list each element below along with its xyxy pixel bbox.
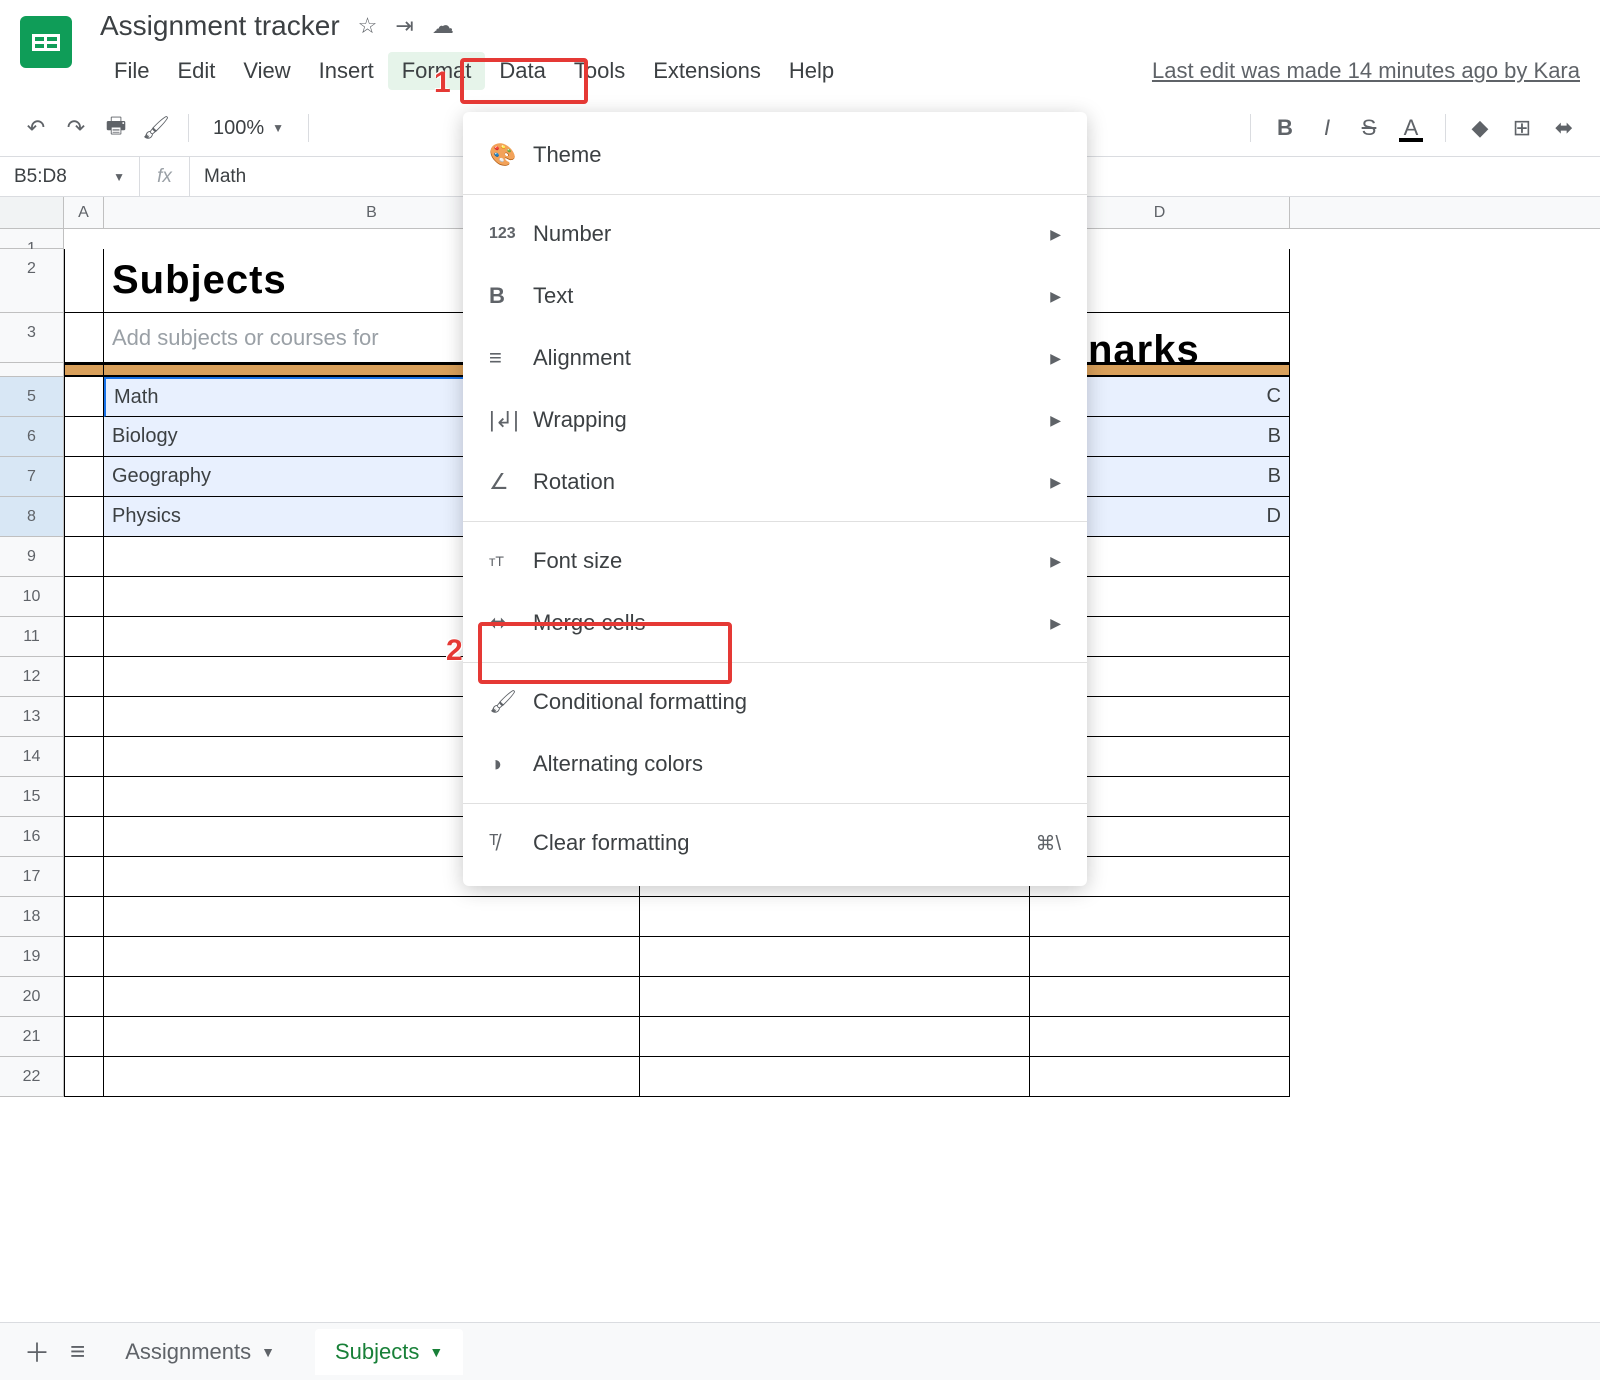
row-header[interactable]: 9 [0,537,64,577]
number-icon: 123 [489,225,533,243]
tab-subjects[interactable]: Subjects▼ [315,1329,463,1375]
last-edit-link[interactable]: Last edit was made 14 minutes ago by Kar… [1152,58,1580,84]
add-sheet-icon[interactable]: ＋ [24,1333,50,1370]
rotation-icon: ∠ [489,469,533,495]
font-size-icon: ᴛT [489,553,533,569]
row-header[interactable]: 15 [0,777,64,817]
marks-header-cell[interactable]: narks [1088,328,1200,373]
chevron-down-icon: ▼ [429,1344,443,1360]
row-header[interactable]: 12 [0,657,64,697]
chevron-right-icon: ▶ [1050,615,1061,632]
move-icon[interactable]: ⇥ [395,13,413,39]
undo-icon[interactable]: ↶ [20,112,52,144]
row-header[interactable]: 22 [0,1057,64,1097]
strike-icon[interactable]: S [1353,112,1385,144]
annotation-box-2 [478,622,732,684]
row-header[interactable] [0,363,64,377]
bold-icon: B [489,283,533,309]
row-header[interactable]: 6 [0,417,64,457]
menu-font-size[interactable]: ᴛTFont size▶ [463,530,1087,592]
chevron-right-icon: ▶ [1050,226,1061,243]
annotation-number-1: 1 [434,66,451,100]
all-sheets-icon[interactable]: ≡ [70,1336,85,1367]
chevron-right-icon: ▶ [1050,553,1061,570]
borders-icon[interactable]: ⊞ [1506,112,1538,144]
menu-extensions[interactable]: Extensions [639,52,775,90]
redo-icon[interactable]: ↷ [60,112,92,144]
row-header[interactable]: 14 [0,737,64,777]
menu-alignment[interactable]: ≡Alignment▶ [463,327,1087,389]
align-icon: ≡ [489,345,533,371]
menu-edit[interactable]: Edit [163,52,229,90]
row-header[interactable]: 5 [0,377,64,417]
star-icon[interactable]: ☆ [358,13,378,39]
shortcut-label: ⌘\ [1035,831,1061,856]
row-header[interactable]: 11 [0,617,64,657]
menu-theme[interactable]: 🎨Theme [463,124,1087,186]
row-header[interactable]: 7 [0,457,64,497]
row-header[interactable]: 19 [0,937,64,977]
tab-assignments[interactable]: Assignments▼ [105,1329,295,1375]
cloud-icon[interactable]: ☁ [432,13,454,39]
chevron-down-icon: ▼ [261,1344,275,1360]
format-menu-dropdown: 🎨Theme 123Number▶ BText▶ ≡Alignment▶ |↲|… [463,112,1087,886]
col-header-a[interactable]: A [64,197,104,228]
merge-icon[interactable]: ⬌ [1548,112,1580,144]
fill-color-icon[interactable]: ◆ [1464,112,1496,144]
chevron-right-icon: ▶ [1050,288,1061,305]
menu-clear-formatting[interactable]: ᵀ̸Clear formatting⌘\ [463,812,1087,874]
menu-text[interactable]: BText▶ [463,265,1087,327]
menu-insert[interactable]: Insert [305,52,388,90]
sheet-tabs-bar: ＋ ≡ Assignments▼ Subjects▼ [0,1322,1600,1380]
row-header[interactable]: 13 [0,697,64,737]
select-all-corner[interactable] [0,197,64,228]
menu-alternating-colors[interactable]: ◑Alternating colors [463,733,1087,795]
italic-icon[interactable]: I [1311,112,1343,144]
clear-icon: ᵀ̸ [489,830,533,856]
bold-icon[interactable]: B [1269,112,1301,144]
annotation-box-1 [460,58,588,104]
row-header[interactable]: 20 [0,977,64,1017]
chevron-right-icon: ▶ [1050,474,1061,491]
row-header[interactable]: 8 [0,497,64,537]
menu-file[interactable]: File [100,52,163,90]
paint-format-icon[interactable]: 🖌 [140,112,172,144]
chevron-right-icon: ▶ [1050,350,1061,367]
row-header[interactable]: 3 [0,313,64,363]
row-header[interactable]: 1 [0,229,64,249]
menu-rotation[interactable]: ∠Rotation▶ [463,451,1087,513]
document-title[interactable]: Assignment tracker [100,10,340,42]
chevron-right-icon: ▶ [1050,412,1061,429]
print-icon[interactable]: 🖶 [100,112,132,144]
row-header[interactable]: 16 [0,817,64,857]
droplet-icon: ◑ [489,751,533,777]
sheets-logo[interactable] [20,16,72,68]
fx-label: fx [140,157,190,196]
zoom-selector[interactable]: 100%▼ [205,117,292,140]
palette-icon: 🎨 [489,142,533,168]
menu-help[interactable]: Help [775,52,848,90]
paint-roller-icon: 🖌 [489,689,533,715]
wrap-icon: |↲| [489,407,533,433]
menu-number[interactable]: 123Number▶ [463,203,1087,265]
row-header[interactable]: 18 [0,897,64,937]
text-color-icon[interactable]: A [1395,112,1427,144]
menu-bar: File Edit View Insert Format Data Tools … [100,48,1580,90]
row-header[interactable]: 10 [0,577,64,617]
row-header[interactable]: 21 [0,1017,64,1057]
menu-view[interactable]: View [229,52,304,90]
menu-wrapping[interactable]: |↲|Wrapping▶ [463,389,1087,451]
row-header[interactable]: 17 [0,857,64,897]
row-header[interactable]: 2 [0,249,64,313]
name-box[interactable]: B5:D8▼ [0,157,140,196]
annotation-number-2: 2 [446,634,463,668]
